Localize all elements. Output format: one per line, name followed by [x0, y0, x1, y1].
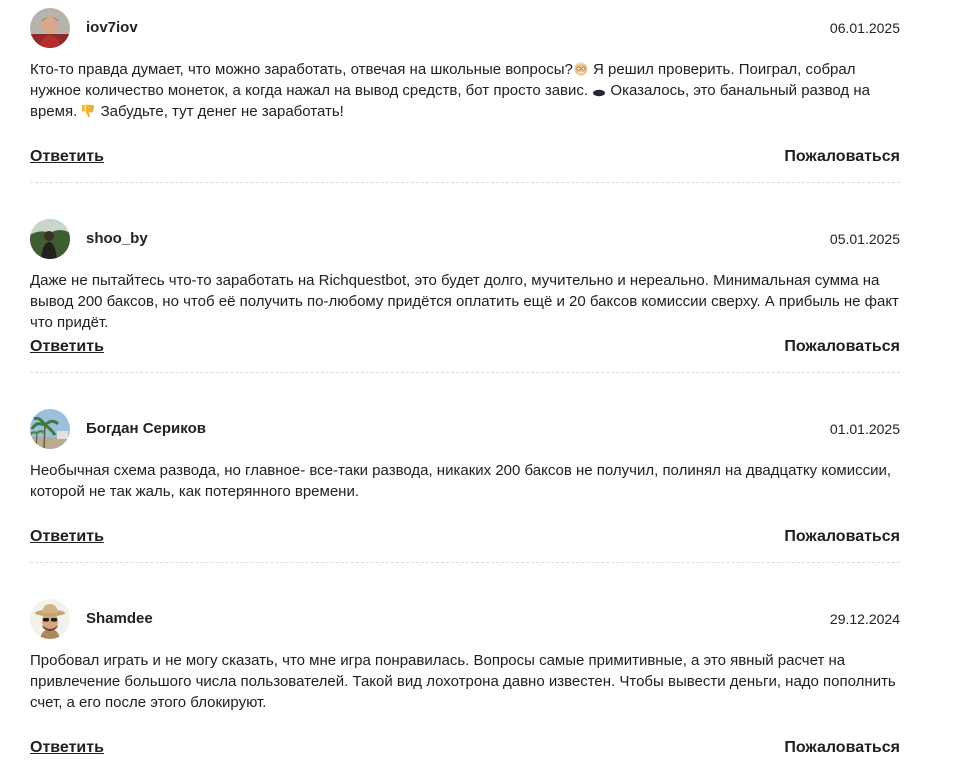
comment-divider	[30, 562, 900, 563]
comment-text: Необычная схема развода, но главное- все…	[30, 462, 892, 500]
avatar[interactable]	[30, 8, 70, 48]
comment-header: shoo_by 05.01.2025	[30, 219, 900, 259]
reply-link[interactable]: Ответить	[30, 739, 104, 757]
comments-list: iov7iov 06.01.2025 Кто-то правда думает,…	[0, 0, 958, 772]
username: shoo_by	[86, 230, 148, 247]
comment-item: Богдан Сериков 01.01.2025 Необычная схем…	[30, 409, 900, 563]
reply-link[interactable]: Ответить	[30, 148, 104, 166]
comment-header: Shamdee 29.12.2024	[30, 599, 900, 639]
comment-text: Кто-то правда думает, что можно заработа…	[30, 59, 900, 122]
avatar[interactable]	[30, 219, 70, 259]
username: Богдан Сериков	[86, 420, 206, 437]
comment-actions: Ответить Пожаловаться	[30, 528, 900, 548]
black-ellipse-icon	[593, 89, 606, 97]
comment-item: Shamdee 29.12.2024 Пробовал играть и не …	[30, 599, 900, 756]
comment-divider	[30, 182, 900, 183]
comment-actions: Ответить Пожаловаться	[30, 148, 900, 168]
comment-date: 01.01.2025	[829, 421, 900, 437]
report-link[interactable]: Пожаловаться	[784, 528, 900, 546]
comment-divider	[30, 372, 900, 373]
comment-header: iov7iov 06.01.2025	[30, 8, 900, 48]
comment-text: Пробовал играть и не могу сказать, что м…	[30, 652, 896, 711]
comment-date: 05.01.2025	[829, 231, 900, 247]
comment-text: Даже не пытайтесь что-то заработать на R…	[30, 272, 899, 331]
comment-actions: Ответить Пожаловаться	[30, 338, 900, 358]
report-link[interactable]: Пожаловаться	[784, 148, 900, 166]
username: iov7iov	[86, 19, 138, 36]
reply-link[interactable]: Ответить	[30, 338, 104, 356]
report-link[interactable]: Пожаловаться	[784, 739, 900, 757]
avatar[interactable]	[30, 599, 70, 639]
comment-header: Богдан Сериков 01.01.2025	[30, 409, 900, 449]
thumbs-down-icon	[82, 104, 95, 118]
comment-text-part: Забудьте, тут денег не заработать!	[96, 103, 344, 120]
reply-link[interactable]: Ответить	[30, 528, 104, 546]
comment-item: iov7iov 06.01.2025 Кто-то правда думает,…	[30, 8, 900, 183]
username: Shamdee	[86, 610, 153, 627]
report-link[interactable]: Пожаловаться	[784, 338, 900, 356]
comment-actions: Ответить Пожаловаться	[30, 739, 900, 759]
comment-date: 29.12.2024	[829, 611, 900, 627]
comment-date: 06.01.2025	[829, 20, 900, 36]
avatar[interactable]	[30, 409, 70, 449]
comment-item: shoo_by 05.01.2025 Даже не пытайтесь что…	[30, 219, 900, 373]
comment-text-part: Кто-то правда думает, что можно заработа…	[30, 61, 573, 78]
old-man-face-icon	[574, 62, 588, 76]
